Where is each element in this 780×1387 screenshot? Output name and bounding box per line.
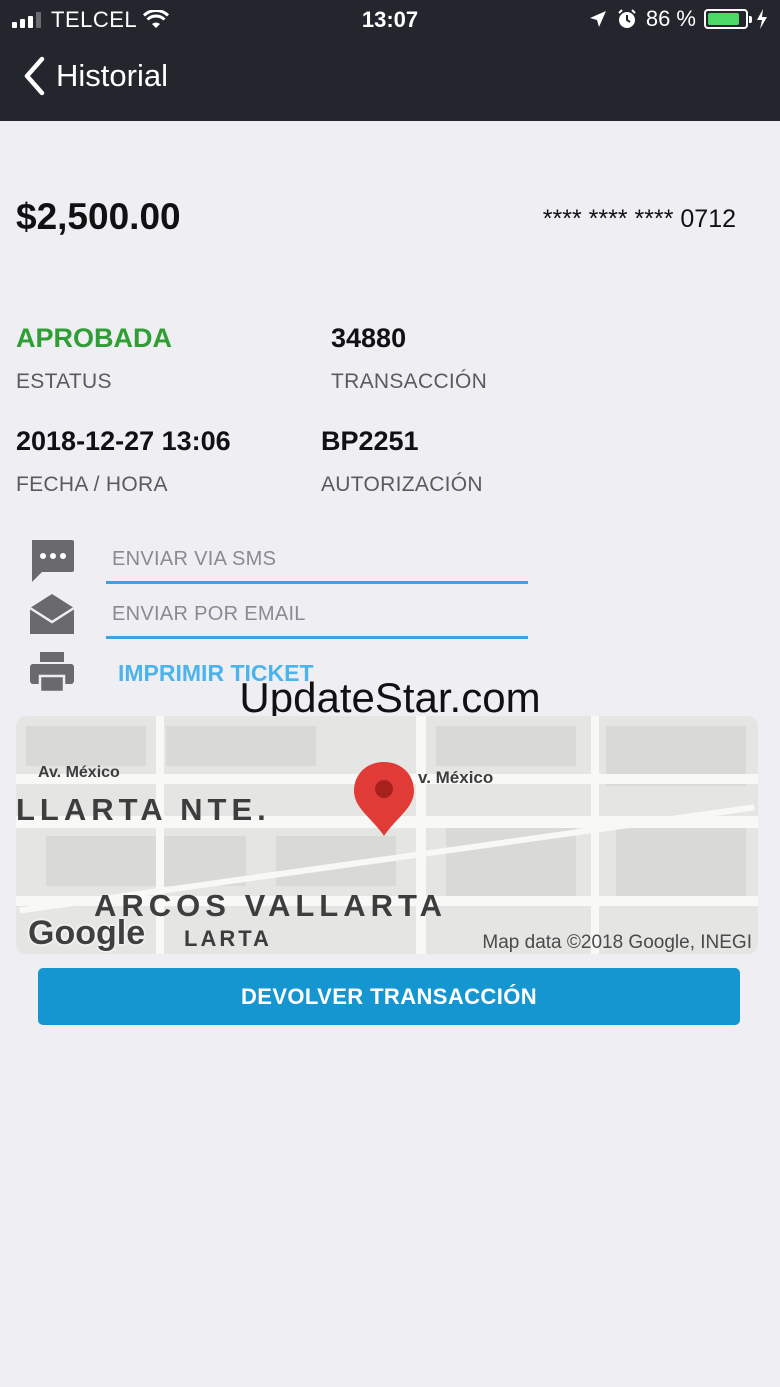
- map-label: Av. México: [38, 764, 120, 781]
- location-arrow-icon: [589, 11, 606, 27]
- datetime-field: 2018-12-27 13:06 FECHA / HORA: [16, 426, 231, 497]
- map-label: LARTA: [184, 926, 272, 951]
- alarm-icon: [618, 9, 636, 28]
- nav-bar: Historial: [0, 40, 780, 121]
- google-logo: Google: [28, 914, 146, 952]
- datetime-value: 2018-12-27 13:06: [16, 426, 231, 456]
- status-bar: TELCEL 13:07 86 %: [0, 0, 780, 40]
- email-input[interactable]: ENVIAR POR EMAIL: [106, 593, 528, 639]
- map-label: v. México: [418, 768, 494, 787]
- sms-input[interactable]: ENVIAR VIA SMS: [106, 538, 528, 584]
- transaction-amount: $2,500.00: [16, 196, 181, 237]
- map-label: ARCOS VALLARTA: [94, 888, 447, 923]
- location-map[interactable]: Av. México v. México LLARTA NTE. ARCOS V…: [16, 716, 758, 954]
- watermark: UpdateStar.com: [239, 674, 541, 721]
- authorization-field: BP2251 AUTORIZACIÓN: [321, 426, 483, 497]
- transaction-caption: TRANSACCIÓN: [331, 370, 488, 393]
- charging-icon: [757, 9, 767, 29]
- refund-transaction-button[interactable]: DEVOLVER TRANSACCIÓN: [38, 968, 740, 1025]
- back-button[interactable]: Historial: [22, 56, 168, 96]
- masked-card-number: **** **** **** 0712: [542, 205, 736, 233]
- email-icon: [29, 594, 75, 634]
- status-value: APROBADA: [16, 323, 173, 353]
- sms-icon: [32, 540, 74, 582]
- battery-percent: 86 %: [645, 6, 696, 31]
- battery-icon: [704, 9, 752, 29]
- transaction-field: 34880 TRANSACCIÓN: [331, 323, 487, 394]
- status-field: APROBADA ESTATUS: [16, 323, 172, 394]
- back-label: Historial: [56, 58, 168, 93]
- map-pin-icon: [354, 762, 414, 836]
- map-attribution: Map data ©2018 Google, INEGI: [482, 932, 752, 953]
- authorization-value: BP2251: [321, 426, 419, 456]
- status-caption: ESTATUS: [16, 370, 112, 393]
- chevron-left-icon: [24, 56, 45, 96]
- authorization-caption: AUTORIZACIÓN: [321, 473, 483, 496]
- status-right: 86 %: [588, 6, 768, 32]
- datetime-caption: FECHA / HORA: [16, 473, 168, 496]
- print-ticket-link[interactable]: IMPRIMIR TICKET: [118, 660, 314, 687]
- printer-icon: [30, 652, 74, 694]
- map-label: LLARTA NTE.: [16, 792, 271, 827]
- transaction-value: 34880: [331, 323, 407, 353]
